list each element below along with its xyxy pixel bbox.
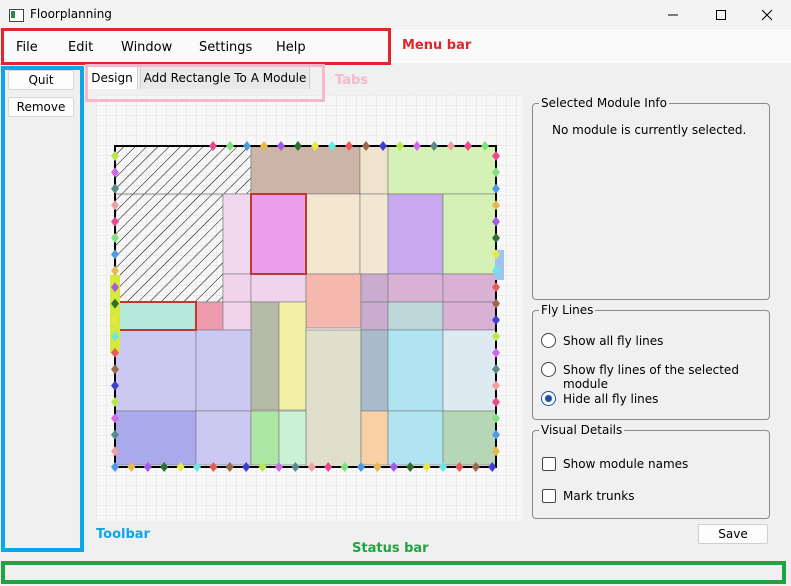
module-rect[interactable]: [387, 301, 444, 331]
module-rect[interactable]: [114, 145, 252, 195]
module-rect[interactable]: [442, 329, 497, 412]
checkbox-show-module-names[interactable]: [542, 457, 556, 471]
menu-bar-annotation-box: [1, 28, 391, 65]
module-rect[interactable]: [114, 410, 197, 466]
status-bar-annotation-label: Status bar: [352, 541, 429, 556]
module-rect[interactable]: [442, 410, 497, 466]
module-rect[interactable]: [360, 273, 389, 303]
radio-show-all-fly-lines[interactable]: [541, 333, 556, 348]
visual-details-title: Visual Details: [539, 423, 625, 437]
module-rect[interactable]: [114, 329, 197, 412]
radio-hide-all-fly-lines[interactable]: [541, 391, 556, 406]
module-rect[interactable]: [387, 273, 444, 303]
menu-bar-annotation-label: Menu bar: [402, 38, 472, 53]
app-icon: [9, 9, 24, 22]
window-title: Floorplanning: [30, 7, 112, 21]
module-rect[interactable]: [360, 410, 389, 466]
fly-lines-group: Fly Lines Show all fly lines Show fly li…: [532, 303, 770, 420]
visual-details-group: Visual Details Show module names Mark tr…: [532, 423, 770, 519]
label-mark-trunks: Mark trunks: [563, 489, 635, 503]
module-rect[interactable]: [195, 410, 252, 466]
toolbar-annotation-label: Toolbar: [96, 527, 150, 542]
selected-module-group: Selected Module Info No module is curren…: [532, 96, 770, 300]
module-rect[interactable]: [387, 145, 497, 195]
module-rect[interactable]: [359, 193, 389, 275]
selected-module-text: No module is currently selected.: [552, 123, 747, 137]
module-rect[interactable]: [250, 273, 307, 303]
module-rect[interactable]: [305, 193, 361, 275]
tabs-annotation-label: Tabs: [335, 73, 369, 88]
toolbar-annotation-box: [1, 66, 84, 552]
module-rect[interactable]: [250, 145, 361, 195]
title-bar: Floorplanning: [0, 0, 791, 30]
module-rect[interactable]: [278, 301, 307, 411]
module-rect[interactable]: [195, 301, 224, 331]
tabs-annotation-box: [85, 64, 325, 102]
module-rect[interactable]: [195, 329, 252, 412]
module-rect[interactable]: [222, 273, 252, 303]
label-show-all-fly-lines: Show all fly lines: [563, 334, 664, 348]
module-rect[interactable]: [222, 193, 252, 275]
status-bar-annotation-box: [1, 561, 786, 584]
module-rect[interactable]: [360, 301, 389, 331]
module-rect[interactable]: [305, 273, 362, 329]
module-rect[interactable]: [360, 329, 389, 412]
fly-lines-title: Fly Lines: [539, 303, 596, 317]
selected-module-title: Selected Module Info: [539, 96, 669, 110]
module-rect[interactable]: [222, 301, 252, 331]
module-rect[interactable]: [250, 301, 280, 411]
radio-show-selected-fly-lines[interactable]: [541, 362, 556, 377]
module-rect[interactable]: [359, 145, 389, 195]
module-rect[interactable]: [387, 329, 444, 412]
module-rect[interactable]: [278, 410, 307, 466]
maximize-icon[interactable]: [698, 0, 744, 30]
module-rect[interactable]: [442, 193, 497, 275]
module-rect[interactable]: [250, 410, 280, 466]
module-rect[interactable]: [250, 193, 307, 275]
minimize-icon[interactable]: [650, 0, 696, 30]
module-rect[interactable]: [387, 193, 444, 275]
module-rect[interactable]: [114, 301, 197, 331]
label-show-selected-fly-lines: Show fly lines of the selected module: [563, 363, 739, 391]
save-button[interactable]: Save: [698, 524, 768, 544]
label-hide-all-fly-lines: Hide all fly lines: [563, 392, 659, 406]
module-rect[interactable]: [387, 410, 444, 466]
module-rect[interactable]: [442, 273, 497, 303]
module-rect[interactable]: [442, 301, 497, 331]
module-rect[interactable]: [114, 193, 224, 303]
close-icon[interactable]: [744, 0, 790, 30]
label-show-module-names: Show module names: [563, 457, 689, 471]
module-rect[interactable]: [305, 329, 362, 468]
floorplan-canvas[interactable]: [96, 95, 522, 521]
checkbox-mark-trunks[interactable]: [542, 489, 556, 503]
